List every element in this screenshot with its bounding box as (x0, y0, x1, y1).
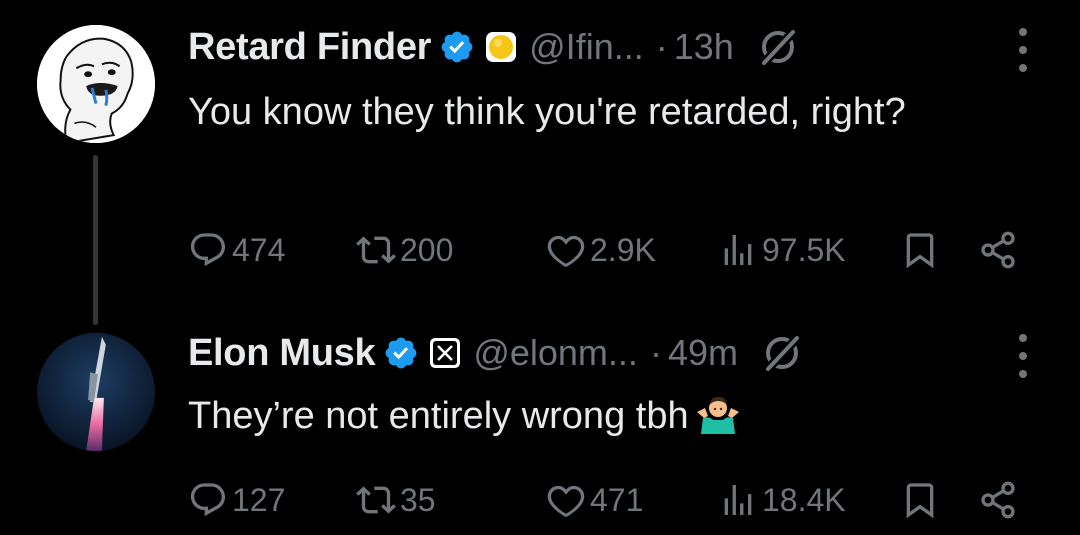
separator-dot: · (655, 26, 668, 67)
share-icon (981, 231, 1015, 269)
user-handle[interactable]: @elonm... (473, 332, 638, 374)
reply-button[interactable]: 127 (188, 475, 285, 525)
tweet-text-content: They’re not entirely wrong tbh (188, 395, 689, 437)
tweet-header: Retard Finder @Ifin... · 13h (188, 22, 800, 72)
views-button[interactable]: 97.5K (718, 225, 846, 275)
more-icon[interactable] (1016, 28, 1030, 72)
share-button[interactable] (978, 225, 1018, 275)
views-count: 97.5K (762, 231, 846, 268)
thread-connector (93, 155, 98, 325)
bookmark-button[interactable] (900, 225, 940, 275)
reply-icon (190, 483, 226, 517)
reply-count: 474 (232, 231, 286, 268)
retweet-button[interactable]: 35 (356, 475, 436, 525)
like-count: 471 (590, 481, 644, 518)
views-icon (724, 485, 752, 515)
retweet-count: 35 (400, 481, 436, 518)
timestamp[interactable]: 13h (674, 26, 734, 68)
views-button[interactable]: 18.4K (718, 475, 846, 525)
retweet-button[interactable]: 200 (356, 225, 453, 275)
verified-badge-icon[interactable] (383, 335, 419, 371)
x-logo-affiliate-icon[interactable] (429, 337, 461, 369)
share-icon (981, 481, 1015, 519)
separator-dot: · (649, 332, 662, 373)
more-icon[interactable] (1016, 334, 1030, 378)
like-icon (547, 235, 585, 268)
like-button[interactable]: 2.9K (546, 225, 656, 275)
like-button[interactable]: 471 (546, 475, 643, 525)
retweet-icon (356, 486, 396, 514)
tweet-header: Elon Musk @elonm... · 49m (188, 328, 804, 378)
timestamp[interactable]: 49m (668, 332, 738, 374)
tweet-text: You know they think you're retarded, rig… (188, 91, 906, 133)
display-name[interactable]: Elon Musk (188, 332, 376, 375)
tweet[interactable]: Retard Finder @Ifin... · 13h You know th… (0, 0, 1080, 325)
reply-count: 127 (232, 481, 286, 518)
verified-badge-icon[interactable] (439, 29, 475, 65)
share-button[interactable] (978, 475, 1018, 525)
like-icon (547, 485, 585, 518)
tweet-text: They’re not entirely wrong tbh (188, 388, 988, 444)
grok-icon[interactable] (760, 331, 804, 375)
display-name[interactable]: Retard Finder (188, 26, 431, 69)
grok-icon[interactable] (756, 25, 800, 69)
reply-icon (190, 233, 226, 267)
bookmark-icon (906, 233, 934, 269)
bookmark-button[interactable] (900, 475, 940, 525)
retweet-icon (356, 236, 396, 264)
user-handle[interactable]: @Ifin... (529, 26, 644, 68)
tweet-actions: 474 200 2.9K 97.5K (188, 225, 1028, 275)
person-shrugging-emoji-icon (695, 392, 741, 434)
tweet-actions: 127 35 471 18.4K (188, 475, 1028, 525)
reply-button[interactable]: 474 (188, 225, 285, 275)
views-count: 18.4K (762, 481, 846, 518)
retweet-count: 200 (400, 231, 454, 268)
avatar[interactable] (37, 25, 155, 143)
like-count: 2.9K (590, 231, 656, 268)
affiliate-gold-icon[interactable] (485, 31, 517, 63)
views-icon (724, 235, 752, 265)
tweet[interactable]: Elon Musk @elonm... · 49m They’re not en… (0, 310, 1080, 535)
bookmark-icon (906, 483, 934, 519)
avatar[interactable] (37, 333, 155, 451)
